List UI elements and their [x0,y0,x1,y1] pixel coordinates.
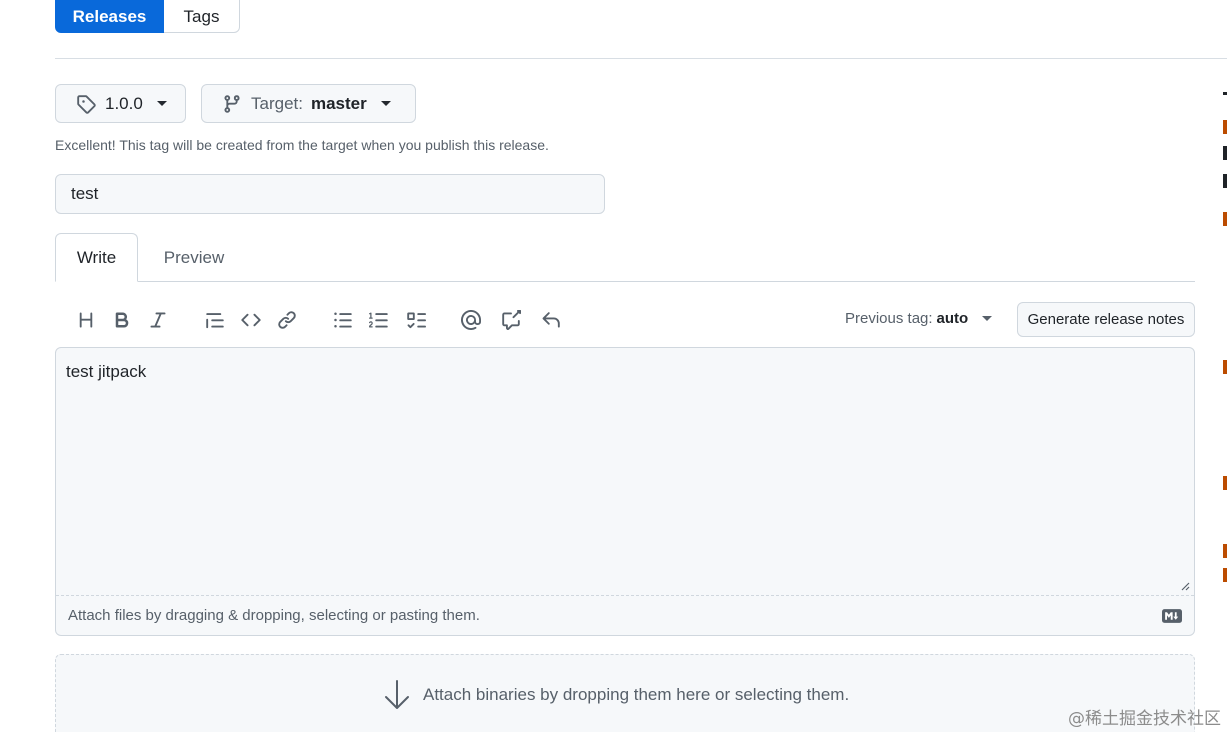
unordered-list-button[interactable] [331,308,355,332]
tag-icon [77,94,96,114]
italic-icon [150,312,166,328]
heading-button[interactable] [74,308,98,332]
sidebar-fragment [1223,476,1227,490]
link-button[interactable] [275,308,299,332]
binaries-drop-zone[interactable]: Attach binaries by dropping them here or… [55,654,1195,732]
generate-release-notes-button[interactable]: Generate release notes [1017,302,1195,337]
quote-button[interactable] [203,308,227,332]
unordered-list-icon [334,312,352,328]
code-button[interactable] [239,308,263,332]
sidebar-fragment [1223,212,1227,226]
target-branch-picker-button[interactable]: Target: master [201,84,416,123]
sidebar-fragment [1223,174,1227,188]
sidebar-fragment [1223,360,1227,374]
previous-tag-dropdown[interactable]: Previous tag: auto [845,310,993,327]
tag-value: 1.0.0 [105,93,143,113]
attach-files-bar[interactable]: Attach files by dragging & dropping, sel… [56,595,1194,635]
previous-tag-label: Previous tag: [845,310,933,327]
attach-files-text: Attach files by dragging & dropping, sel… [68,607,480,624]
code-icon [241,313,261,327]
ordered-list-icon [369,312,388,328]
watermark: @稀土掘金技术社区 [1068,709,1221,729]
sidebar-fragment [1223,92,1227,95]
tag-picker-button[interactable]: 1.0.0 [55,84,186,123]
sidebar-fragment [1223,146,1227,160]
bold-button[interactable] [110,308,134,332]
mention-button[interactable] [459,308,483,332]
reply-button[interactable] [539,308,563,332]
italic-button[interactable] [146,308,170,332]
release-notes-text: test jitpack [66,362,147,381]
heading-icon [79,312,93,328]
cross-reference-icon [502,310,521,330]
release-title-input[interactable]: test [55,174,605,214]
releases-tags-switcher: Releases Tags [55,0,240,33]
quote-icon [206,313,224,329]
cross-reference-button[interactable] [499,308,523,332]
task-list-icon [407,312,426,329]
arrow-down-icon [385,680,409,709]
reply-icon [542,312,560,328]
divider [55,58,1227,59]
sidebar-fragment [1223,120,1227,134]
tag-hint: Excellent! This tag will be created from… [55,137,549,153]
mention-icon [461,310,481,330]
target-value: master [310,93,367,113]
tab-preview[interactable]: Preview [148,233,240,282]
releases-tab[interactable]: Releases [55,0,164,33]
git-branch-icon [224,94,240,113]
bold-icon [115,312,129,328]
resize-handle-icon[interactable] [1180,581,1190,591]
tab-write[interactable]: Write [55,233,138,282]
chevron-down-icon [982,316,993,321]
task-list-button[interactable] [404,308,428,332]
ordered-list-button[interactable] [367,308,391,332]
previous-tag-value: auto [936,310,969,327]
tags-tab[interactable]: Tags [164,0,240,33]
target-label: Target: [251,93,303,113]
release-notes-textarea[interactable]: test jitpack Attach files by dragging & … [55,347,1195,636]
chevron-down-icon [380,101,391,106]
sidebar-fragment [1223,568,1227,582]
link-icon [278,311,296,329]
chevron-down-icon [156,101,167,106]
sidebar-fragment [1223,544,1227,558]
markdown-icon[interactable] [1162,609,1182,623]
binaries-drop-text: Attach binaries by dropping them here or… [423,685,850,704]
